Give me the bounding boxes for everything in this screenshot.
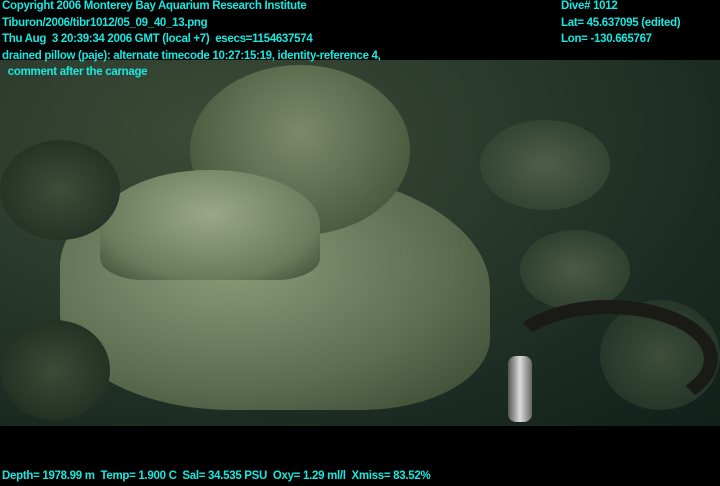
overlay-sensors: Depth= 1978.99 m Temp= 1.900 C Sal= 34.5…	[2, 470, 431, 482]
rov-sampler	[508, 356, 532, 422]
overlay-comment: comment after the carnage	[2, 66, 148, 78]
overlay-timestamp: Thu Aug 3 20:39:34 2006 GMT (local +7) e…	[2, 33, 313, 45]
overlay-lat: Lat= 45.637095 (edited)	[561, 16, 681, 29]
rov-hose	[500, 300, 718, 418]
overlay-annotation: drained pillow (pajе): alternate timecod…	[2, 49, 381, 62]
overlay-lon: Lon= -130.665767	[561, 33, 652, 45]
overlay-filename: Tiburon/2006/tibr1012/05_09_40_13.png	[2, 16, 208, 29]
seafloor-image	[0, 60, 720, 426]
overlay-dive: Dive# 1012	[561, 0, 618, 12]
overlay-copyright: Copyright 2006 Monterey Bay Aquarium Res…	[2, 0, 307, 12]
